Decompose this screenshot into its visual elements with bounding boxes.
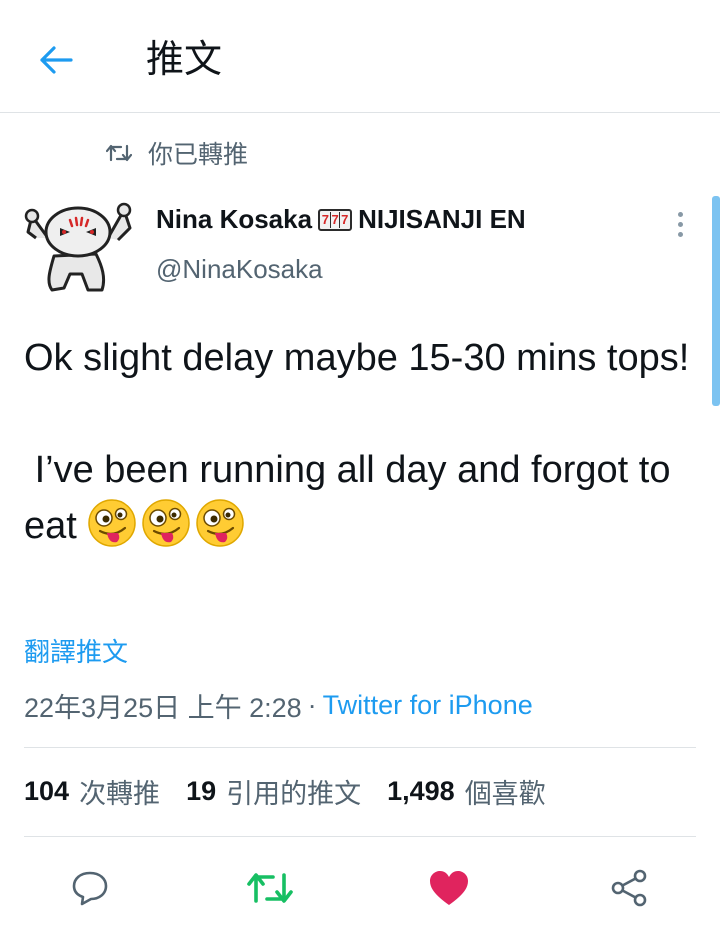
divider	[24, 836, 696, 837]
tweet-stats: 104 次轉推 19 引用的推文 1,498 個喜歡	[24, 772, 572, 811]
top-bar: 推文	[0, 0, 720, 113]
likes-stat[interactable]: 1,498 個喜歡	[387, 772, 546, 811]
tweet-line-1: Ok slight delay maybe 15-30 mins tops!	[24, 337, 690, 379]
dot-icon	[677, 221, 683, 227]
source-link[interactable]: Twitter for iPhone	[323, 690, 533, 721]
meta-separator: ·	[307, 690, 317, 720]
more-options-button[interactable]	[664, 206, 696, 242]
tweet-meta: 22年3月25日 上午 2:28 · Twitter for iPhone	[24, 686, 533, 725]
retweet-context-text: 你已轉推	[148, 141, 249, 169]
timestamp: 22年3月25日 上午 2:28	[24, 693, 302, 723]
slot-machine-icon: 777	[318, 208, 353, 231]
avatar[interactable]	[24, 198, 132, 298]
retweet-icon	[106, 144, 132, 162]
likes-count: 1,498	[387, 776, 455, 806]
retweets-stat[interactable]: 104 次轉推	[24, 772, 160, 811]
retweets-count: 104	[24, 776, 70, 806]
emoji-group	[87, 499, 249, 547]
author-name-suffix: NIJISANJI EN	[358, 204, 526, 234]
quotes-label: 引用的推文	[226, 779, 362, 809]
divider	[24, 747, 696, 748]
share-icon	[611, 869, 647, 907]
reply-button[interactable]	[64, 862, 116, 914]
retweet-button[interactable]	[244, 862, 296, 914]
tweet-actions	[0, 858, 720, 918]
back-button[interactable]	[34, 38, 78, 82]
zany-face-emoji	[142, 499, 191, 547]
tweet-text: Ok slight delay maybe 15-30 mins tops! I…	[24, 330, 704, 554]
heart-icon	[430, 871, 468, 905]
share-button[interactable]	[603, 862, 655, 914]
like-button[interactable]	[423, 862, 475, 914]
dot-icon	[677, 231, 683, 237]
author-handle[interactable]: @NinaKosaka	[156, 254, 323, 285]
author-name-row[interactable]: Nina Kosaka 777 NIJISANJI EN	[156, 204, 526, 235]
retweet-context: 你已轉推	[106, 136, 248, 170]
retweets-label: 次轉推	[79, 779, 161, 809]
comment-icon	[72, 871, 108, 906]
quotes-count: 19	[186, 776, 217, 806]
zany-face-emoji	[196, 499, 245, 547]
arrow-left-icon	[40, 46, 73, 74]
dot-icon	[677, 211, 683, 217]
author-name: Nina Kosaka	[156, 204, 313, 234]
quotes-stat[interactable]: 19 引用的推文	[186, 772, 361, 811]
scrollbar[interactable]	[712, 196, 720, 406]
translate-tweet-link[interactable]: 翻譯推文	[24, 632, 128, 669]
likes-label: 個喜歡	[464, 779, 546, 809]
retweet-icon	[247, 873, 293, 903]
page-title: 推文	[146, 39, 223, 81]
zany-face-emoji	[88, 499, 137, 547]
